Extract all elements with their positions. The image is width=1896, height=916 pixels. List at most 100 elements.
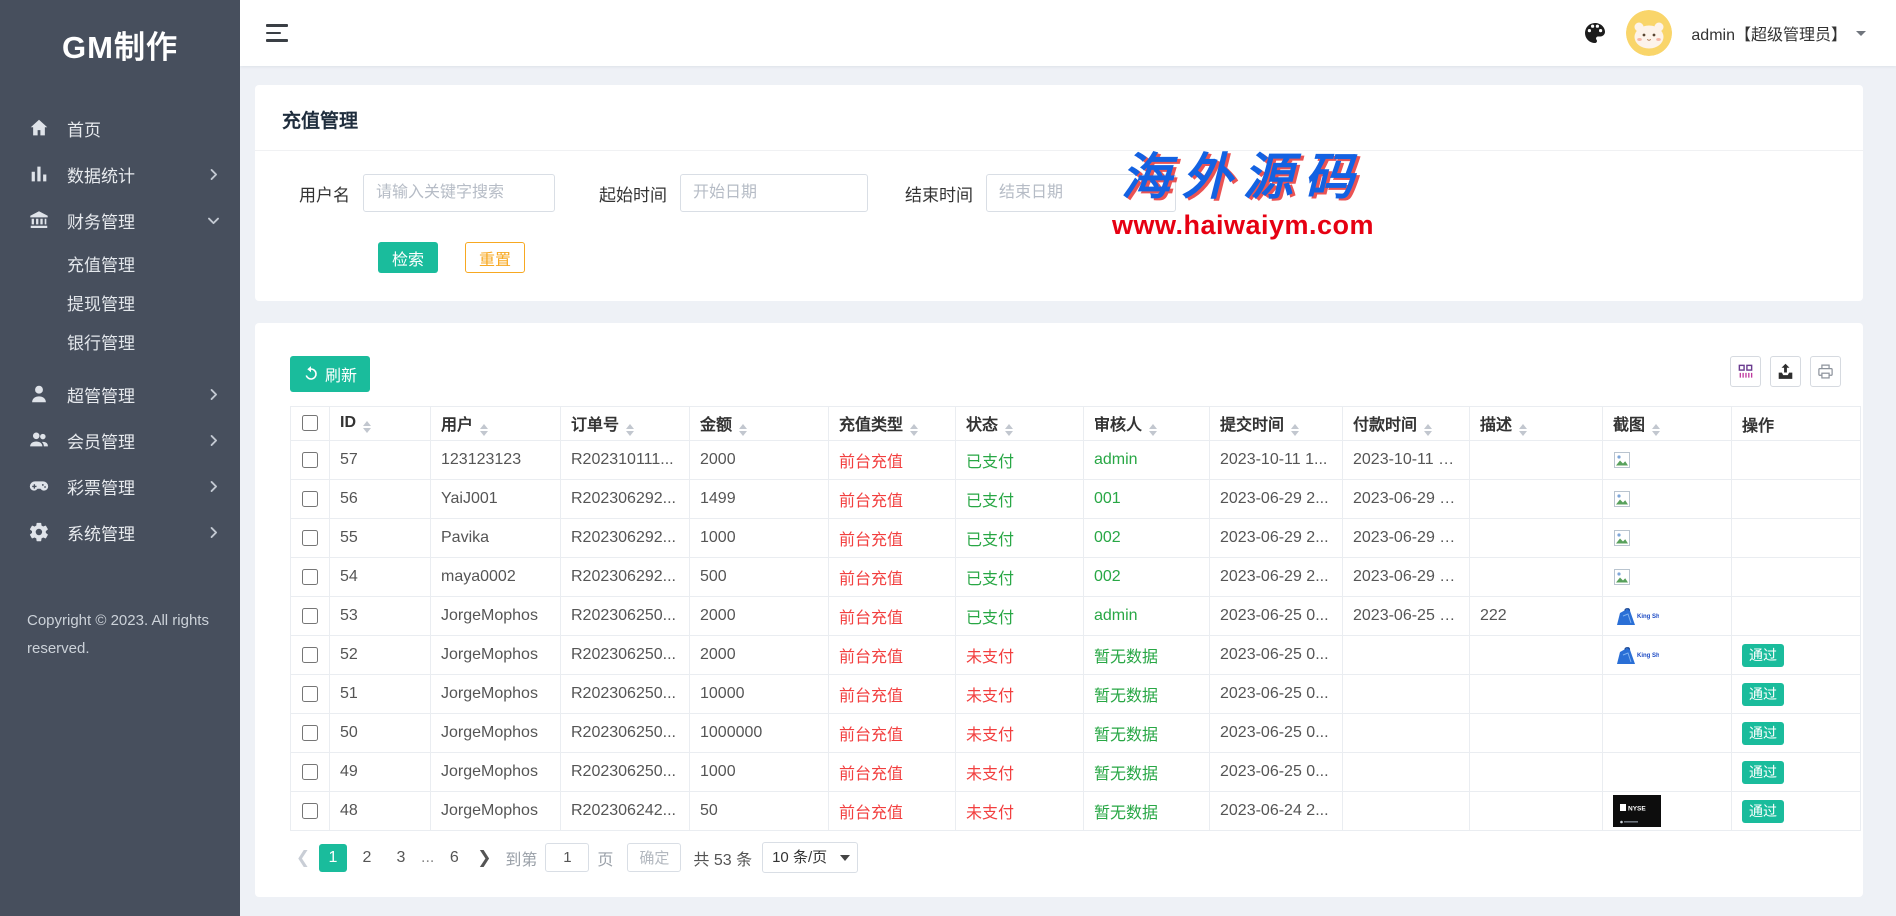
sidebar-subitem-bank[interactable]: 银行管理 bbox=[0, 324, 240, 363]
table-row: 52JorgeMophosR202306250...2000前台充值未支付暂无数… bbox=[291, 636, 1861, 675]
avatar[interactable] bbox=[1626, 10, 1672, 56]
cell-auditor: 暂无数据 bbox=[1084, 636, 1210, 675]
sort-icon[interactable] bbox=[1424, 424, 1432, 436]
row-checkbox[interactable] bbox=[302, 647, 318, 663]
sort-icon[interactable] bbox=[1652, 424, 1660, 436]
sort-icon[interactable] bbox=[1149, 424, 1157, 436]
row-checkbox[interactable] bbox=[302, 608, 318, 624]
table-row: 49JorgeMophosR202306250...1000前台充值未支付暂无数… bbox=[291, 753, 1861, 792]
select-all-checkbox[interactable] bbox=[302, 415, 318, 431]
sort-icon[interactable] bbox=[480, 424, 488, 436]
cell-order: R202306242... bbox=[561, 792, 690, 831]
svg-text:NYSE: NYSE bbox=[1628, 806, 1646, 813]
cell-pay-time bbox=[1343, 792, 1470, 831]
cell-status: 未支付 bbox=[956, 675, 1084, 714]
cell-id: 55 bbox=[330, 519, 431, 558]
column-header[interactable]: 用户 bbox=[431, 407, 561, 441]
row-checkbox[interactable] bbox=[302, 530, 318, 546]
sidebar-item-home[interactable]: 首页 bbox=[0, 105, 240, 151]
user-menu[interactable]: admin【超级管理员】 bbox=[1691, 21, 1866, 45]
sort-icon[interactable] bbox=[1291, 424, 1299, 436]
search-button[interactable]: 检索 bbox=[378, 242, 438, 273]
main-content: 充值管理 用户名 起始时间 结束时间 检索 重置 bbox=[240, 66, 1896, 897]
sidebar-item-system[interactable]: 系统管理 bbox=[0, 509, 240, 555]
table-card: 刷新 ID用户订单号金额充值类型状态审核人提交时间付款时间描述截图操作 bbox=[255, 323, 1863, 897]
column-header[interactable]: 付款时间 bbox=[1343, 407, 1470, 441]
sidebar-subitem-recharge[interactable]: 充值管理 bbox=[0, 246, 240, 285]
table-row: 57123123123R202310111...2000前台充值已支付admin… bbox=[291, 441, 1861, 480]
sidebar-item-lottery[interactable]: 彩票管理 bbox=[0, 463, 240, 509]
row-checkbox[interactable] bbox=[302, 491, 318, 507]
columns-icon[interactable] bbox=[1730, 356, 1761, 387]
cell-order: R202306292... bbox=[561, 519, 690, 558]
approve-button[interactable]: 通过 bbox=[1742, 722, 1784, 745]
cell-auditor: 暂无数据 bbox=[1084, 675, 1210, 714]
export-icon[interactable] bbox=[1770, 356, 1801, 387]
start-date-input[interactable] bbox=[680, 174, 868, 212]
cell-id: 49 bbox=[330, 753, 431, 792]
goto-confirm-button[interactable]: 确定 bbox=[627, 843, 681, 872]
chevron-down-icon bbox=[207, 214, 220, 227]
sort-icon[interactable] bbox=[910, 424, 918, 436]
sort-icon[interactable] bbox=[626, 424, 634, 436]
refresh-button[interactable]: 刷新 bbox=[290, 356, 370, 392]
sort-icon[interactable] bbox=[1519, 424, 1527, 436]
approve-button[interactable]: 通过 bbox=[1742, 800, 1784, 823]
page-button-2[interactable]: 2 bbox=[353, 844, 381, 872]
sidebar-item-superadmin[interactable]: 超管管理 bbox=[0, 371, 240, 417]
screenshot-thumbnail[interactable]: King Shop bbox=[1613, 604, 1659, 629]
sidebar-item-stats[interactable]: 数据统计 bbox=[0, 151, 240, 197]
page-size-select[interactable]: 10 条/页 bbox=[762, 842, 858, 873]
print-icon[interactable] bbox=[1810, 356, 1841, 387]
menu-icon[interactable] bbox=[266, 24, 288, 41]
sidebar-item-finance[interactable]: 财务管理 bbox=[0, 197, 240, 243]
screenshot-thumbnail[interactable]: NYSE bbox=[1613, 795, 1661, 827]
cell-id: 50 bbox=[330, 714, 431, 753]
cell-type: 前台充值 bbox=[829, 636, 956, 675]
row-checkbox[interactable] bbox=[302, 452, 318, 468]
column-header[interactable]: 截图 bbox=[1603, 407, 1732, 441]
approve-button[interactable]: 通过 bbox=[1742, 644, 1784, 667]
sort-icon[interactable] bbox=[739, 424, 747, 436]
next-page-button[interactable]: ❯ bbox=[471, 848, 497, 868]
column-header[interactable]: 状态 bbox=[956, 407, 1084, 441]
cell-status: 未支付 bbox=[956, 753, 1084, 792]
approve-button[interactable]: 通过 bbox=[1742, 683, 1784, 706]
palette-icon[interactable] bbox=[1583, 21, 1607, 45]
chevron-right-icon bbox=[207, 168, 220, 181]
row-checkbox[interactable] bbox=[302, 686, 318, 702]
cell-order: R202306292... bbox=[561, 480, 690, 519]
sort-icon[interactable] bbox=[1005, 424, 1013, 436]
goto-page-input[interactable] bbox=[545, 843, 589, 872]
page-button-1[interactable]: 1 bbox=[319, 844, 347, 872]
username-input[interactable] bbox=[363, 174, 555, 212]
row-checkbox[interactable] bbox=[302, 725, 318, 741]
sidebar-item-member[interactable]: 会员管理 bbox=[0, 417, 240, 463]
page-button-3[interactable]: 3 bbox=[387, 844, 415, 872]
page-button-6[interactable]: 6 bbox=[440, 844, 468, 872]
cell-pay-time: 2023-06-25 0... bbox=[1343, 597, 1470, 636]
screenshot-thumbnail[interactable]: King Shop bbox=[1613, 643, 1659, 668]
cell-status: 未支付 bbox=[956, 714, 1084, 753]
row-checkbox[interactable] bbox=[302, 803, 318, 819]
approve-button[interactable]: 通过 bbox=[1742, 761, 1784, 784]
chevron-right-icon bbox=[207, 388, 220, 401]
sort-icon[interactable] bbox=[363, 421, 371, 433]
sidebar-subitem-withdraw[interactable]: 提现管理 bbox=[0, 285, 240, 324]
column-header[interactable]: 描述 bbox=[1470, 407, 1603, 441]
column-header[interactable]: 订单号 bbox=[561, 407, 690, 441]
cell-status: 已支付 bbox=[956, 441, 1084, 480]
end-date-input[interactable] bbox=[986, 174, 1176, 212]
reset-button[interactable]: 重置 bbox=[465, 242, 525, 273]
column-header[interactable]: 充值类型 bbox=[829, 407, 956, 441]
column-header[interactable]: 金额 bbox=[690, 407, 829, 441]
row-checkbox[interactable] bbox=[302, 764, 318, 780]
cell-type: 前台充值 bbox=[829, 675, 956, 714]
column-header[interactable]: 审核人 bbox=[1084, 407, 1210, 441]
column-header[interactable]: 提交时间 bbox=[1210, 407, 1343, 441]
cell-pay-time bbox=[1343, 675, 1470, 714]
column-header[interactable]: ID bbox=[330, 407, 431, 441]
cell-amount: 2000 bbox=[690, 597, 829, 636]
prev-page-button[interactable]: ❮ bbox=[290, 848, 316, 868]
row-checkbox[interactable] bbox=[302, 569, 318, 585]
